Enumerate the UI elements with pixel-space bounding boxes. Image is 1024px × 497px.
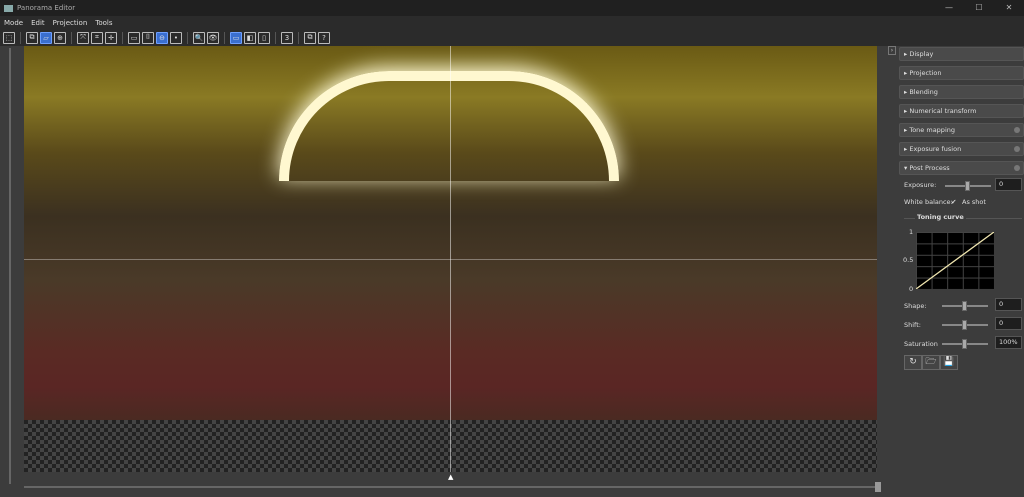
toolbar-separator xyxy=(122,31,123,44)
section-tone-mapping[interactable]: ▸ Tone mapping xyxy=(899,123,1024,137)
white-balance-label: White balance: xyxy=(904,198,953,206)
toolbar-separator xyxy=(187,31,188,44)
save-icon[interactable]: 💾 xyxy=(940,355,958,370)
shape-slider[interactable] xyxy=(942,301,988,311)
menu-tools[interactable]: Tools xyxy=(95,19,112,27)
saturation-input[interactable]: 100% xyxy=(995,336,1022,349)
section-numerical-transform[interactable]: ▸ Numerical transform xyxy=(899,104,1024,118)
section-label: Projection xyxy=(909,69,942,77)
export-icon[interactable]: ⧉ xyxy=(304,31,316,44)
panorama-icon[interactable]: ▱ xyxy=(40,31,52,44)
horizontal-slider[interactable] xyxy=(24,486,879,488)
toolbar-separator xyxy=(71,31,72,44)
zoom-icon[interactable]: 🔍 xyxy=(193,31,205,44)
section-label: Tone mapping xyxy=(909,126,955,134)
menu-mode[interactable]: Mode xyxy=(4,19,23,27)
section-exposure-fusion[interactable]: ▸ Exposure fusion xyxy=(899,142,1024,156)
window-title: Panorama Editor xyxy=(17,4,76,12)
section-post-process[interactable]: ▾ Post Process xyxy=(899,161,1024,175)
section-label: Exposure fusion xyxy=(909,145,962,153)
spherical-icon[interactable]: ⊖ xyxy=(156,31,168,44)
saturation-slider[interactable] xyxy=(942,339,988,349)
white-balance-checkbox[interactable]: ✔ xyxy=(951,198,956,206)
app-icon xyxy=(4,4,13,12)
fit-center-icon[interactable]: ⌗ xyxy=(91,31,103,44)
saturation-label: Saturation xyxy=(904,340,938,348)
rectilinear-icon[interactable]: ▭ xyxy=(128,31,140,44)
minimize-button[interactable]: — xyxy=(934,0,964,16)
vertical-slider[interactable] xyxy=(9,48,11,484)
view-split-icon[interactable]: ◧ xyxy=(244,31,256,44)
curve-line xyxy=(916,232,994,289)
toolbar-separator xyxy=(275,31,276,44)
exposure-label: Exposure: xyxy=(904,181,937,189)
toning-curve-graph[interactable] xyxy=(916,232,994,289)
title-bar: Panorama Editor — ☐ ✕ xyxy=(0,0,1024,16)
white-balance-value: As shot xyxy=(962,198,986,206)
preview-eye-icon[interactable]: 👁 xyxy=(207,31,219,44)
panorama-image-lamp xyxy=(279,71,619,181)
shape-input[interactable]: 0 xyxy=(995,298,1022,311)
post-process-actions: ↻ 🗁 💾 xyxy=(904,355,958,370)
toning-curve-title: Toning curve xyxy=(915,213,966,221)
section-display[interactable]: ▸ Display xyxy=(899,47,1024,61)
section-label: Display xyxy=(909,50,934,58)
menu-projection[interactable]: Projection xyxy=(53,19,88,27)
horizon-guide[interactable] xyxy=(24,259,877,260)
enable-toggle[interactable] xyxy=(1014,127,1020,133)
fit-icon[interactable]: ⤧ xyxy=(77,31,89,44)
select-icon[interactable]: ⬚ xyxy=(3,31,15,44)
section-blending[interactable]: ▸ Blending xyxy=(899,85,1024,99)
shift-slider[interactable] xyxy=(942,320,988,330)
toolbar-separator xyxy=(298,31,299,44)
toolbar: ⬚ ⧉ ▱ ⊕ ⤧ ⌗ ✛ ▭ ⌷ ⊖ • 🔍 👁 ▭ ◧ ▯ 3 ⧉? xyxy=(0,29,1024,46)
open-folder-icon[interactable]: 🗁 xyxy=(922,355,940,370)
more-icon[interactable]: • xyxy=(170,31,182,44)
section-label: Blending xyxy=(909,88,938,96)
section-projection[interactable]: ▸ Projection xyxy=(899,66,1024,80)
section-label: Numerical transform xyxy=(909,107,977,115)
curve-tick-1: 1 xyxy=(909,228,914,236)
view-book-icon[interactable]: ▯ xyxy=(258,31,270,44)
toolbar-separator xyxy=(224,31,225,44)
exposure-input[interactable]: 0 xyxy=(995,178,1022,191)
move-icon[interactable]: ✛ xyxy=(105,31,117,44)
view-single-icon[interactable]: ▭ xyxy=(230,31,242,44)
enable-toggle[interactable] xyxy=(1014,146,1020,152)
shift-label: Shift: xyxy=(904,321,921,329)
close-button[interactable]: ✕ xyxy=(994,0,1024,16)
collapse-panel-button[interactable]: › xyxy=(888,46,896,55)
toolbar-separator xyxy=(20,31,21,44)
curve-tick-05: 0.5 xyxy=(903,256,914,264)
menu-edit[interactable]: Edit xyxy=(31,19,45,27)
help-icon[interactable]: ? xyxy=(318,31,330,44)
menu-bar: Mode Edit Projection Tools xyxy=(0,16,1024,29)
shape-label: Shape: xyxy=(904,302,927,310)
horizontal-slider-thumb[interactable] xyxy=(875,482,881,492)
enable-toggle[interactable] xyxy=(1014,165,1020,171)
stack-icon[interactable]: 3 xyxy=(281,31,293,44)
shift-input[interactable]: 0 xyxy=(995,317,1022,330)
maximize-button[interactable]: ☐ xyxy=(964,0,994,16)
curve-tick-0: 0 xyxy=(909,285,914,293)
exposure-slider[interactable] xyxy=(945,181,991,191)
section-label: Post Process xyxy=(909,164,950,172)
reset-icon[interactable]: ↻ xyxy=(904,355,922,370)
crosshair-icon[interactable]: ⊕ xyxy=(54,31,66,44)
cylindrical-icon[interactable]: ⌷ xyxy=(142,31,154,44)
images-icon[interactable]: ⧉ xyxy=(26,31,38,44)
center-marker: ▲ xyxy=(448,473,454,481)
panorama-preview[interactable] xyxy=(24,46,877,472)
